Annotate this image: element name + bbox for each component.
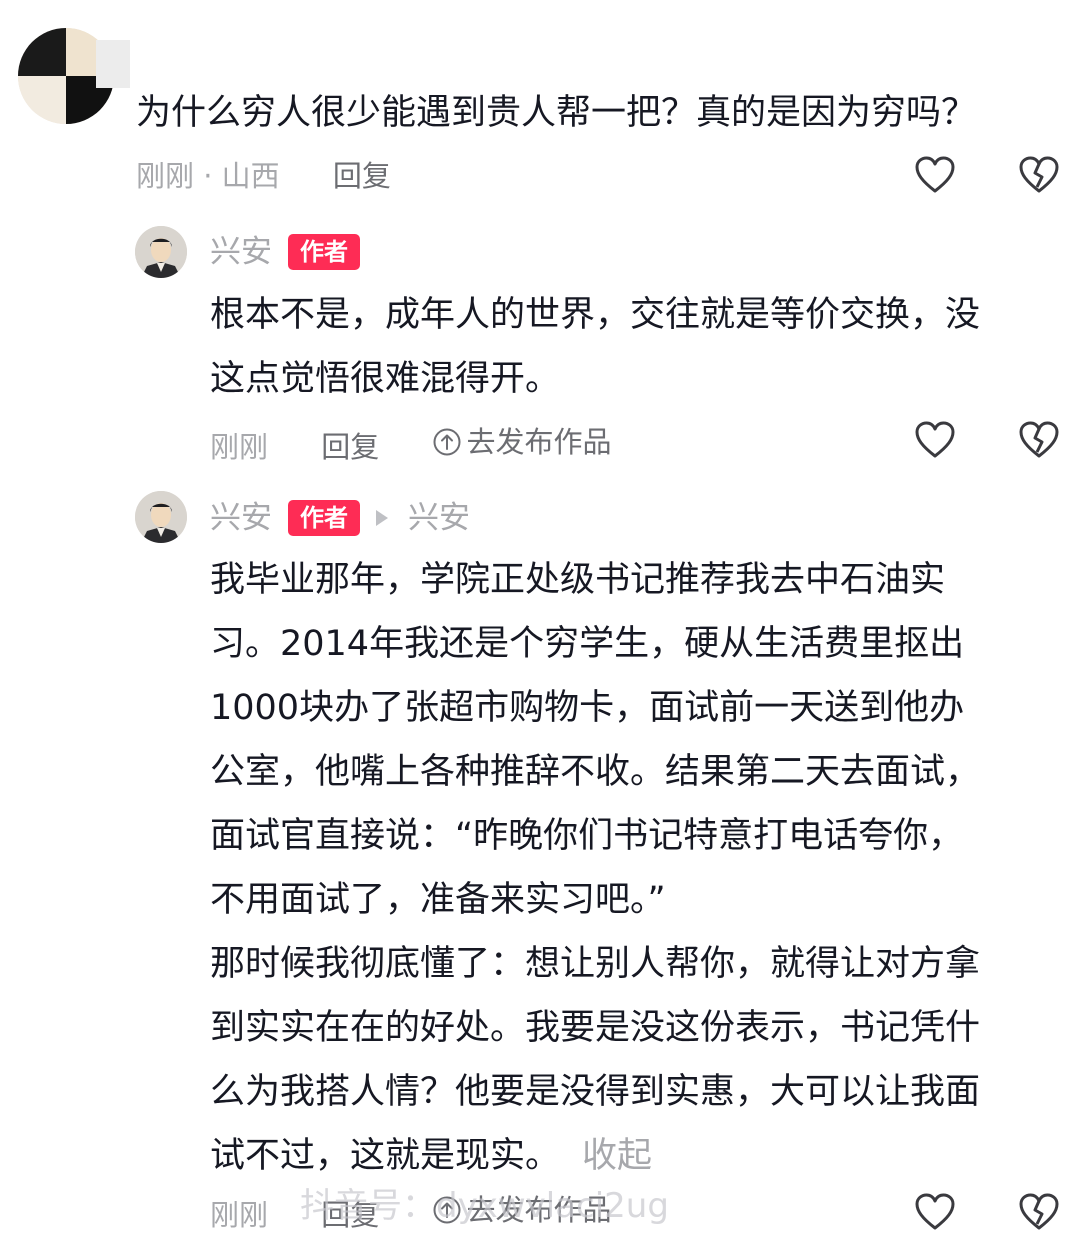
reply1-avatar[interactable] [135, 226, 187, 278]
broken-heart-icon[interactable] [1018, 1192, 1060, 1232]
reply1-meta: 刚刚 回复 去发布作品 [210, 422, 611, 467]
collapse-button[interactable]: 收起 [582, 1136, 652, 1176]
reply1-line: 这点觉悟很难混得开。 [210, 359, 561, 399]
reply1-content: 根本不是，成年人的世界，交往就是等价交换，没 这点觉悟很难混得开。 [210, 283, 980, 411]
reply2-line: 1000块办了张超市购物卡，面试前一天送到他办 [210, 688, 965, 728]
reply1-author[interactable]: 兴安 [210, 232, 272, 272]
reply2-avatar[interactable] [135, 491, 187, 543]
author-badge: 作者 [288, 500, 360, 536]
reply2-line: 么为我搭人情？他要是没得到实惠，大可以让我面 [210, 1072, 981, 1112]
reply2-line: 公室，他嘴上各种推辞不收。结果第二天去面试， [210, 752, 981, 792]
author-badge: 作者 [288, 234, 360, 270]
reply2-time: 刚刚 [210, 1198, 269, 1232]
reply2-line: 面试官直接说：“昨晚你们书记特意打电话夸你， [210, 816, 964, 856]
heart-icon[interactable] [914, 420, 956, 460]
reply-to-arrow-icon [376, 510, 388, 526]
reply2-line: 不用面试了，准备来实习吧。” [210, 880, 666, 920]
reply2-line: 试不过，这就是现实。 [210, 1136, 561, 1176]
heart-icon[interactable] [914, 155, 956, 195]
reply2-line: 那时候我彻底懂了：想让别人帮你，就得让对方拿 [210, 944, 981, 984]
publish-button[interactable]: 去发布作品 [432, 422, 611, 462]
reply2-line: 我毕业那年，学院正处级书记推荐我去中石油实 [210, 560, 946, 600]
broken-heart-icon[interactable] [1018, 420, 1060, 460]
reply2-content: 我毕业那年，学院正处级书记推荐我去中石油实 习。2014年我还是个穷学生，硬从生… [210, 548, 980, 1188]
question-text: 为什么穷人很少能遇到贵人帮一把？真的是因为穷吗？ [136, 93, 977, 133]
question-location: 山西 [221, 159, 280, 193]
reply1-reply-button[interactable]: 回复 [321, 430, 379, 464]
reply2-author[interactable]: 兴安 [210, 498, 272, 538]
meta-separator: · [194, 159, 222, 193]
username-redacted [96, 40, 130, 88]
publish-label: 去发布作品 [466, 425, 612, 459]
question-reply-button[interactable]: 回复 [333, 159, 391, 193]
question-time: 刚刚 [136, 159, 195, 193]
broken-heart-icon[interactable] [1018, 155, 1060, 195]
reply1-line: 根本不是，成年人的世界，交往就是等价交换，没 [210, 295, 981, 335]
reply2-target-user[interactable]: 兴安 [408, 498, 470, 538]
reply2-line: 习。2014年我还是个穷学生，硬从生活费里抠出 [210, 624, 965, 664]
question-meta: 刚刚 · 山西 回复 [136, 156, 391, 196]
heart-icon[interactable] [914, 1192, 956, 1232]
upload-circle-icon [433, 428, 461, 456]
reply2-line: 到实实在在的好处。我要是没这份表示，书记凭什 [210, 1008, 981, 1048]
reply1-time: 刚刚 [210, 430, 269, 464]
